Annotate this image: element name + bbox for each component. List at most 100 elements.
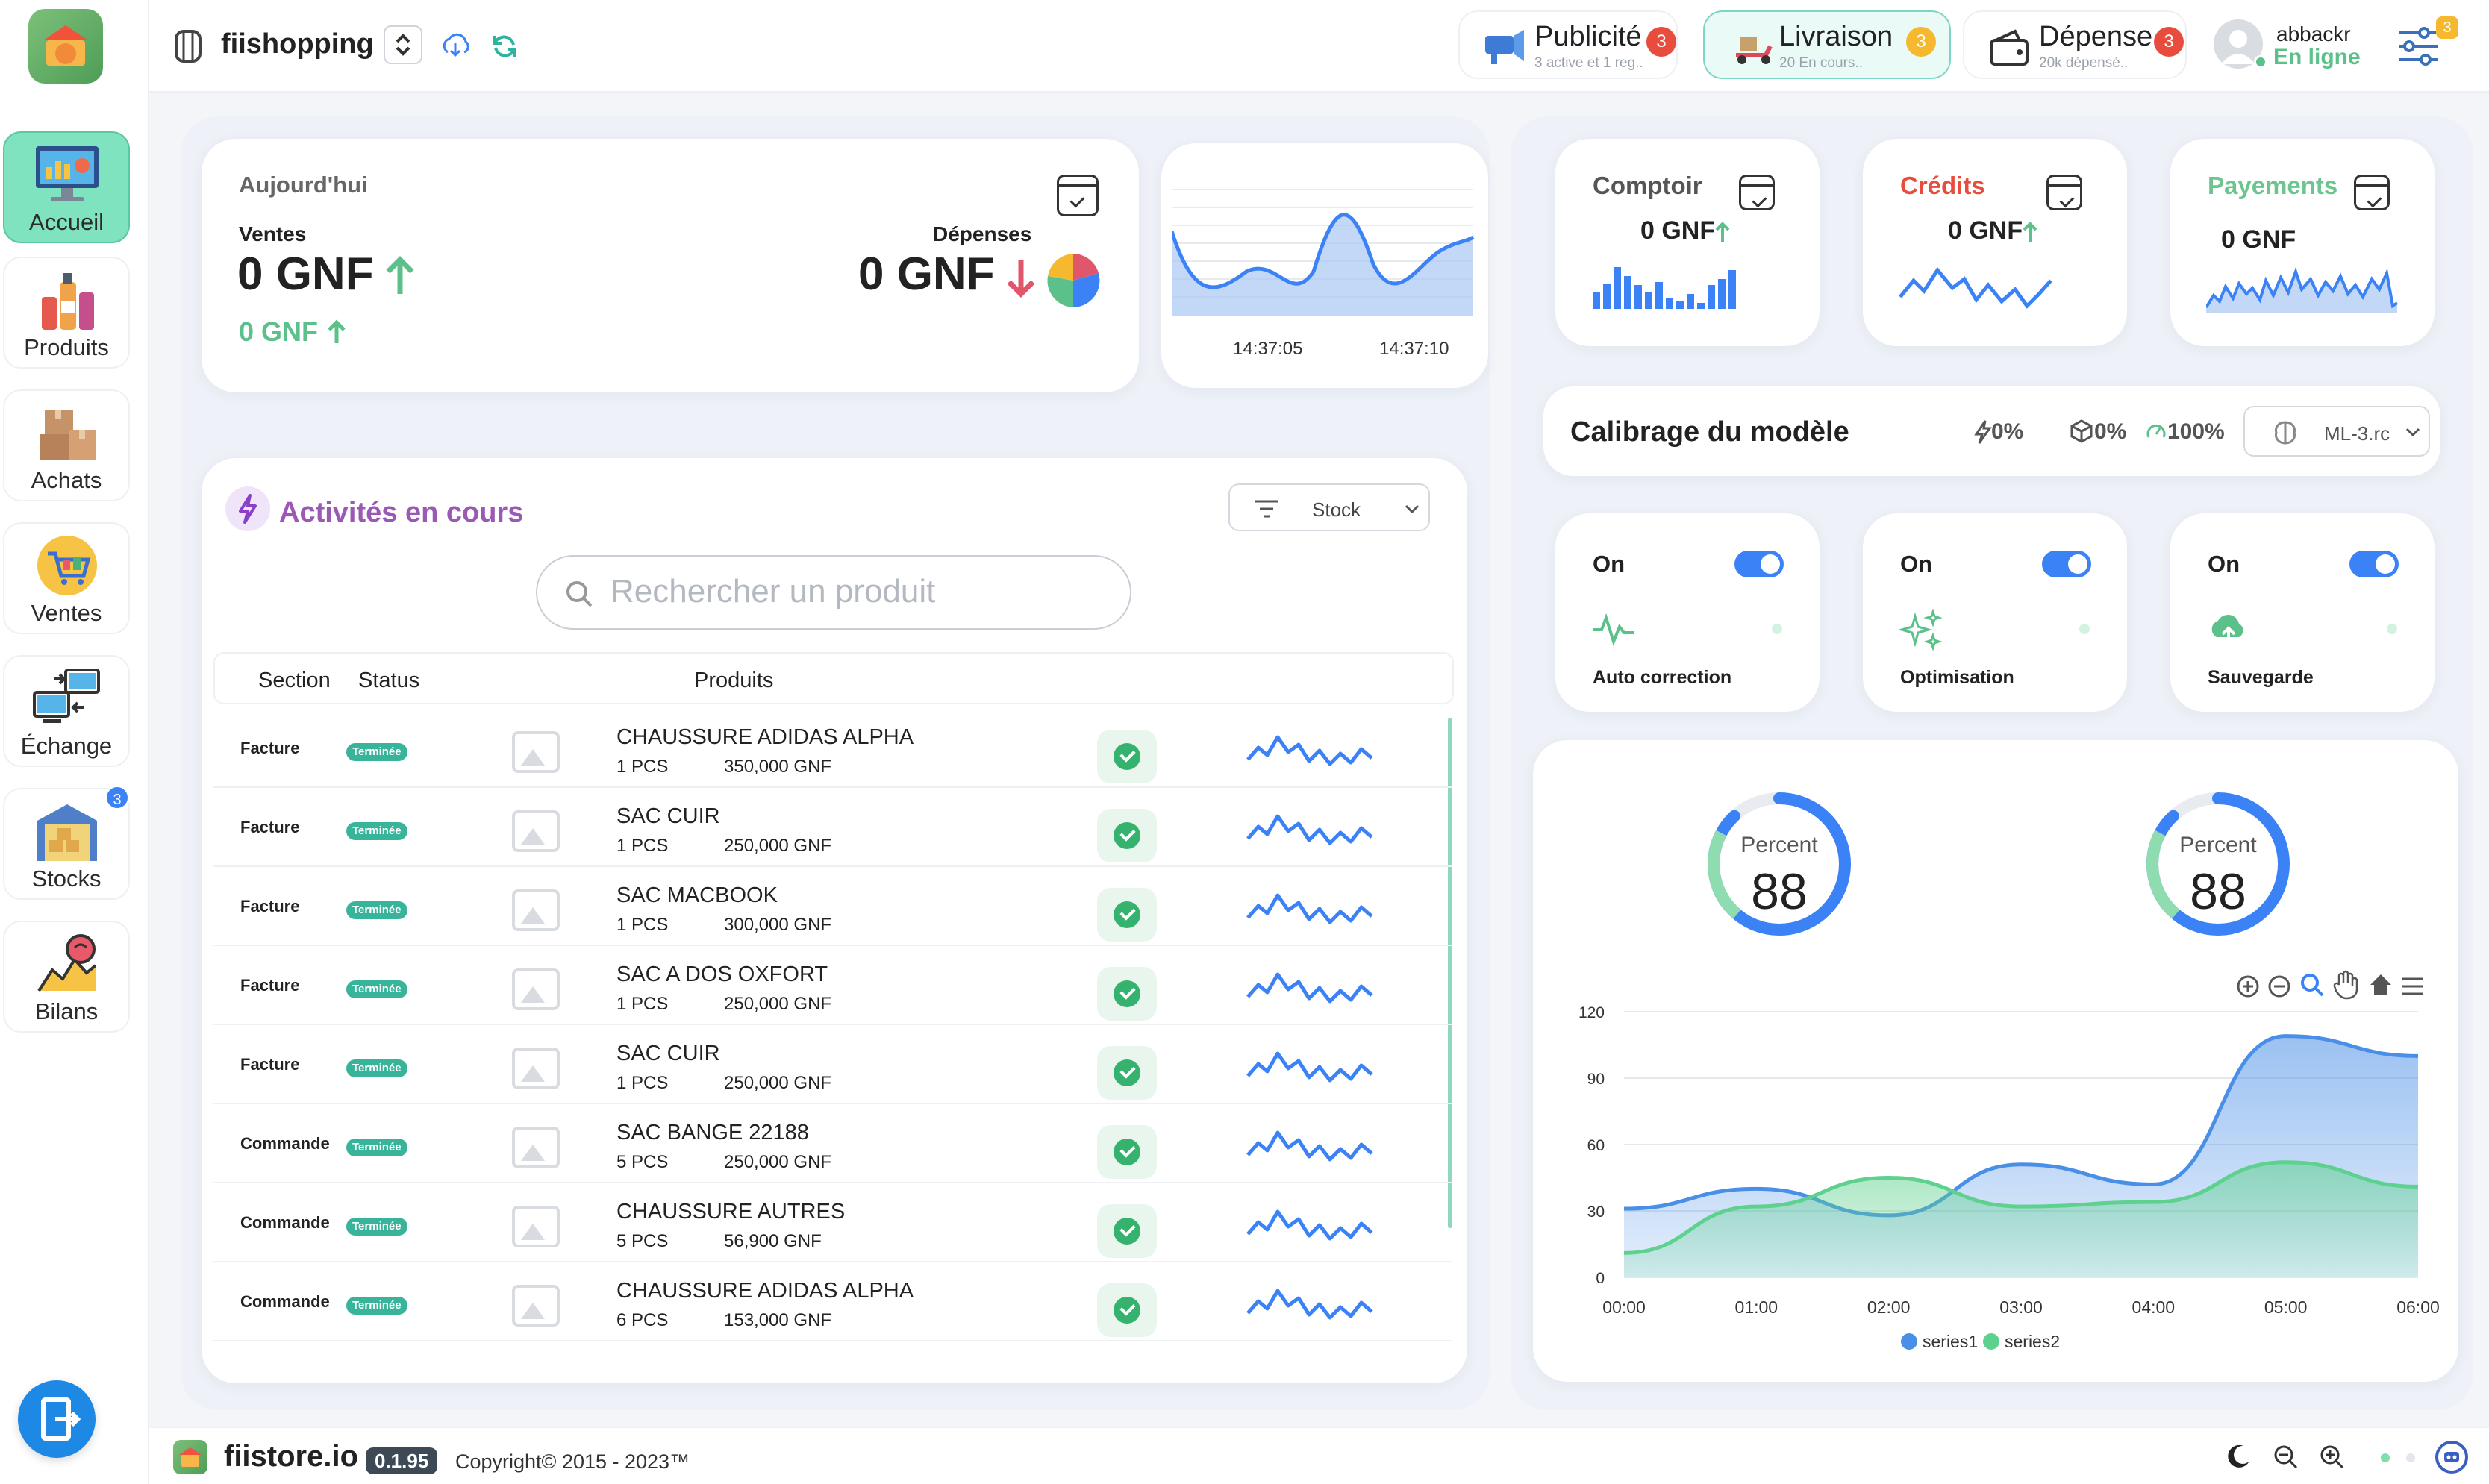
- table-row[interactable]: Facture Terminée CHAUSSURE ADIDAS ALPHA 1 P…: [213, 709, 1452, 788]
- time-label: 14:37:10: [1379, 339, 1449, 359]
- column-header-produits[interactable]: Produits: [694, 669, 773, 693]
- model-select[interactable]: ML-3.rc: [2243, 406, 2430, 457]
- calibration-title: Calibrage du modèle: [1570, 416, 1849, 448]
- sidebar-item-label: Échange: [20, 733, 113, 759]
- gauge-label: Percent: [2179, 833, 2257, 857]
- table-row[interactable]: Facture Terminée SAC MACBOOK 1 PCS 300,000 G…: [213, 867, 1452, 946]
- search-input[interactable]: Rechercher un produit: [536, 555, 1131, 630]
- legend-marker: [1901, 1333, 1917, 1350]
- cube-icon: [2070, 419, 2093, 443]
- table-row[interactable]: Commande Terminée SAC BANGE 22188 5 PCS 250,…: [213, 1104, 1452, 1183]
- calendar-button[interactable]: [1057, 175, 1099, 216]
- arrow-up-icon: [386, 256, 414, 294]
- table-row[interactable]: Facture Terminée SAC A DOS OXFORT 1 PCS 250,…: [213, 946, 1452, 1025]
- app-logo[interactable]: [28, 9, 103, 84]
- megaphone-icon: [1485, 30, 1524, 64]
- check-circle-icon[interactable]: [1097, 967, 1157, 1021]
- stat-value: 0 GNF: [1948, 216, 2023, 245]
- product-price: 250,000 GNF: [724, 1152, 832, 1172]
- sales-subvalue: 0 GNF: [239, 316, 319, 347]
- sparkles-icon: [1899, 609, 1943, 651]
- refresh-icon[interactable]: [488, 30, 521, 63]
- calendar-button[interactable]: [2354, 175, 2390, 210]
- x-tick-label: 03:00: [1999, 1297, 2043, 1317]
- table-row[interactable]: Facture Terminée SAC CUIR 1 PCS 250,000 GNF: [213, 1025, 1452, 1104]
- gauge-2: Percent 88: [2145, 791, 2291, 937]
- sidebar-item-stocks[interactable]: Stocks 3: [3, 785, 130, 900]
- x-tick-label: 01:00: [1735, 1297, 1778, 1317]
- product-image-placeholder-icon: [512, 1127, 560, 1168]
- footer: fiistore.io 0.1.95 Copyright© 2015 - 202…: [149, 1427, 2489, 1484]
- filter-select[interactable]: Stock: [1228, 483, 1430, 531]
- chevron-updown-icon: [396, 34, 410, 56]
- logout-button[interactable]: [18, 1380, 96, 1458]
- brand-name[interactable]: fiistore.io: [224, 1440, 358, 1474]
- arrow-up-small-icon: [328, 319, 346, 343]
- auto-correction-toggle[interactable]: [1734, 551, 1784, 577]
- status-dot: [2079, 624, 2090, 634]
- sidebar-item-ventes[interactable]: Ventes: [3, 522, 130, 634]
- product-name: CHAUSSURE ADIDAS ALPHA: [616, 1279, 914, 1303]
- filter-lines-icon: [1255, 500, 1278, 518]
- sidebar-item-achats[interactable]: Achats: [3, 389, 130, 501]
- column-header-status[interactable]: Status: [358, 669, 419, 693]
- product-image-placeholder-icon: [512, 1285, 560, 1327]
- mini-area-chart: [2206, 266, 2399, 313]
- table-row[interactable]: Commande Terminée CHAUSSURE AUTRES 5 PCS 56,…: [213, 1183, 1452, 1262]
- check-circle-icon[interactable]: [1097, 1046, 1157, 1100]
- zoom-out-icon[interactable]: [2272, 1443, 2299, 1470]
- table-row[interactable]: Facture Terminée SAC CUIR 1 PCS 250,000 GNF: [213, 788, 1452, 867]
- check-circle-icon[interactable]: [1097, 888, 1157, 942]
- table-row[interactable]: Commande Terminée CHAUSSURE ADIDAS ALPHA 6 …: [213, 1262, 1452, 1341]
- optimisation-toggle[interactable]: [2042, 551, 2091, 577]
- cloud-download-icon[interactable]: [439, 30, 472, 63]
- search-placeholder: Rechercher un produit: [610, 573, 936, 610]
- sidebar-item-produits[interactable]: Produits: [3, 257, 130, 369]
- toggle-card-auto-correction: On Auto correction: [1555, 513, 1820, 712]
- header-pill-depense[interactable]: Dépense 20k dépensé.. 3: [1963, 10, 2187, 79]
- sidebar-item-bilans[interactable]: Bilans: [3, 921, 130, 1033]
- pill-title: Dépense: [2039, 21, 2153, 52]
- check-circle-icon[interactable]: [1097, 730, 1157, 783]
- footer-logo: [173, 1440, 207, 1474]
- y-tick-label: 0: [1596, 1270, 1605, 1287]
- product-name: CHAUSSURE ADIDAS ALPHA: [616, 725, 914, 749]
- product-quantity: 6 PCS: [616, 1310, 669, 1330]
- zoom-in-icon[interactable]: [2318, 1443, 2345, 1470]
- settings-sliders-icon[interactable]: [2396, 24, 2440, 69]
- arrow-up-small-icon: [1715, 222, 1730, 242]
- product-quantity: 1 PCS: [616, 836, 669, 856]
- column-header-section[interactable]: Section: [258, 669, 331, 693]
- check-circle-icon[interactable]: [1097, 1283, 1157, 1337]
- row-sparkline: [1246, 814, 1373, 845]
- dark-mode-moon-icon[interactable]: [2226, 1443, 2252, 1470]
- status-badge: Terminée: [346, 1059, 407, 1077]
- pill-subtitle: 3 active et 1 reg..: [1534, 55, 1643, 71]
- y-tick-label: 90: [1587, 1071, 1605, 1088]
- product-image-placeholder-icon: [512, 731, 560, 773]
- sidebar-item-echange[interactable]: Échange: [3, 655, 130, 767]
- exchange-computers-icon: [33, 669, 100, 723]
- product-price: 153,000 GNF: [724, 1310, 832, 1330]
- check-circle-icon[interactable]: [1097, 809, 1157, 862]
- store-switch-button[interactable]: [384, 25, 422, 64]
- toggle-label: Optimisation: [1900, 667, 2014, 688]
- header-pill-publicite[interactable]: Publicité 3 active et 1 reg.. 3: [1458, 10, 1678, 79]
- check-circle-icon[interactable]: [1097, 1204, 1157, 1258]
- product-price: 350,000 GNF: [724, 757, 832, 777]
- status-badge: Terminée: [346, 1218, 407, 1236]
- check-circle-icon[interactable]: [1097, 1125, 1157, 1179]
- area-chart: 0 30 60 90 120 00:00 01:00 02:00 03:00 04:00 05:00…: [1578, 1004, 2440, 1351]
- sidebar-item-accueil[interactable]: Accueil: [3, 131, 130, 243]
- calendar-button[interactable]: [2046, 175, 2082, 210]
- row-sparkline: [1246, 1130, 1373, 1162]
- assistant-icon[interactable]: [2433, 1438, 2470, 1476]
- header-pill-livraison[interactable]: Livraison 20 En cours.. 3: [1703, 10, 1951, 79]
- sauvegarde-toggle[interactable]: [2349, 551, 2399, 577]
- product-quantity: 5 PCS: [616, 1231, 669, 1251]
- row-section: Facture: [240, 1055, 300, 1074]
- calendar-button[interactable]: [1739, 175, 1775, 210]
- status-dot: [2406, 1453, 2415, 1462]
- product-price: 250,000 GNF: [724, 1073, 832, 1093]
- search-icon: [566, 581, 593, 607]
